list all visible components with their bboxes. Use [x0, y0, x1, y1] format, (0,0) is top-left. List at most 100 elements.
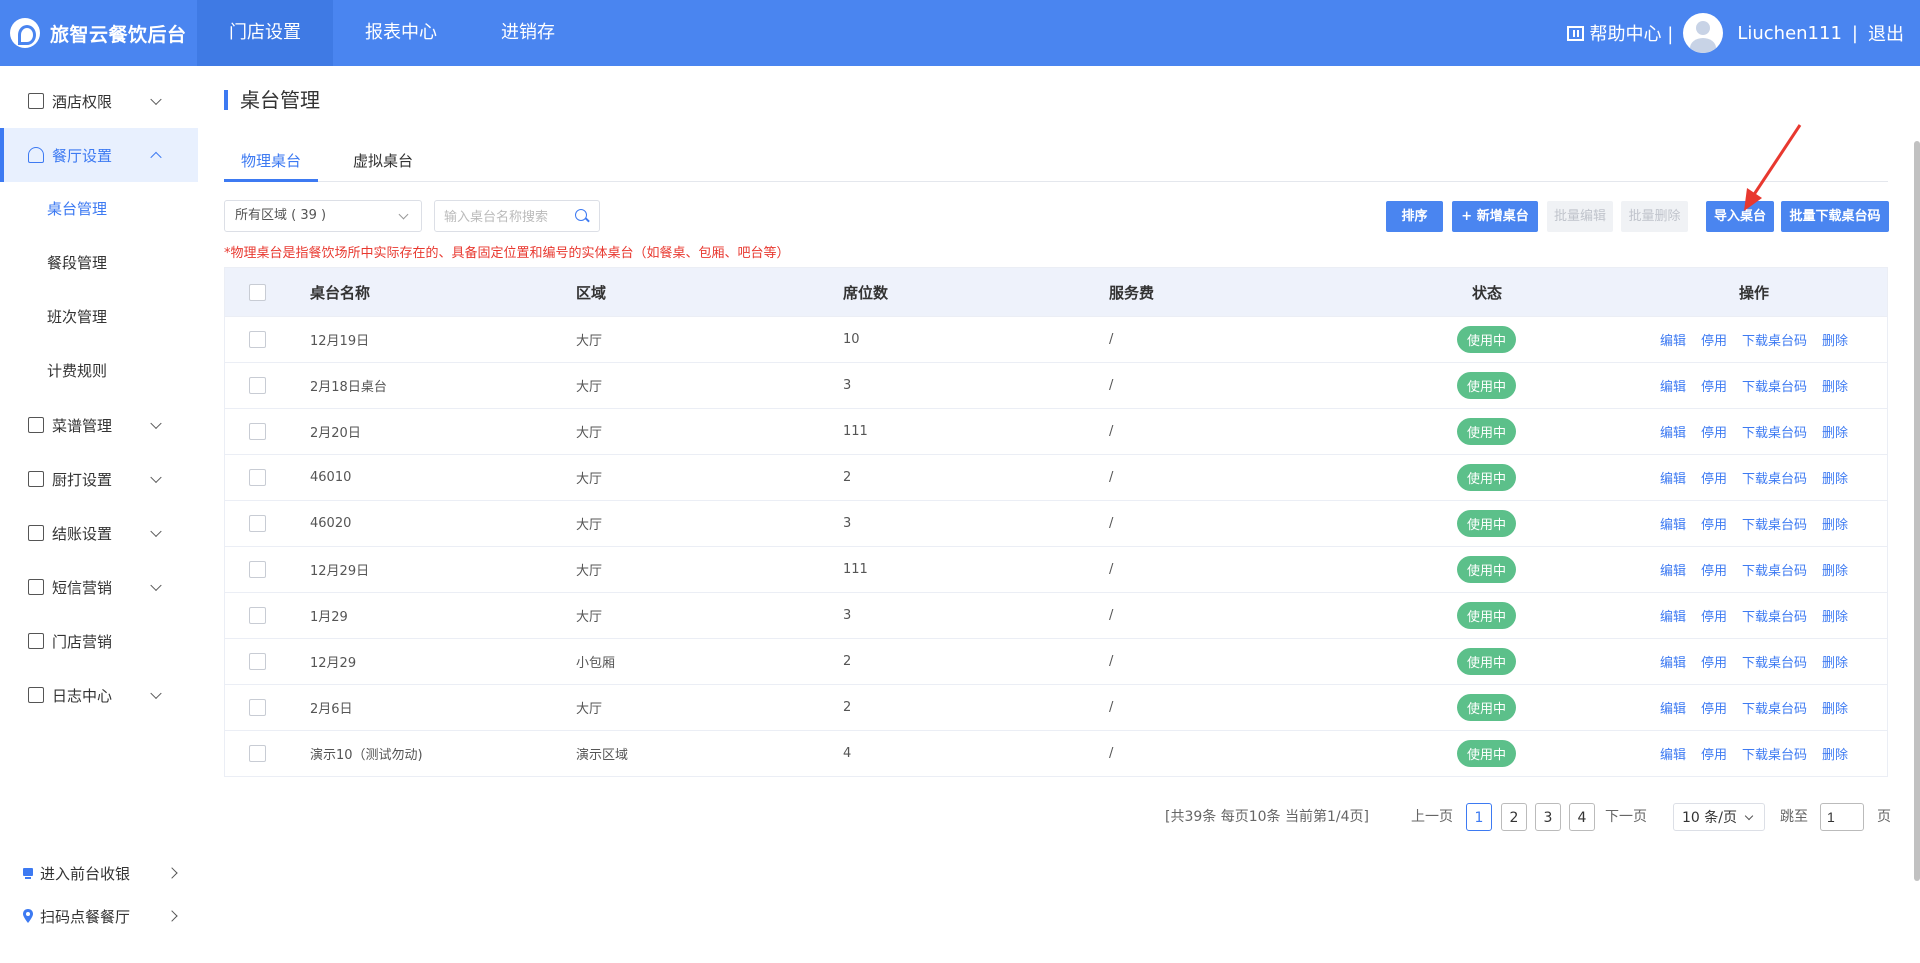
sort-button[interactable]: 排序 — [1386, 201, 1443, 232]
logout-link[interactable]: 退出 — [1868, 20, 1904, 46]
download-qr-link[interactable]: 下载桌台码 — [1742, 468, 1807, 487]
sidebar-item-store-marketing[interactable]: 门店营销 — [0, 614, 198, 668]
edit-link[interactable]: 编辑 — [1660, 468, 1686, 487]
page-size-select[interactable]: 10 条/页 — [1673, 803, 1765, 831]
prev-page-button[interactable]: 上一页 — [1411, 803, 1453, 831]
sidebar-item-checkout-settings[interactable]: 结账设置 — [0, 506, 198, 560]
chevron-down-icon — [150, 579, 162, 592]
select-all-checkbox[interactable] — [249, 283, 266, 301]
batch-download-qr-button[interactable]: 批量下载桌台码 — [1781, 201, 1889, 232]
download-qr-link[interactable]: 下载桌台码 — [1742, 376, 1807, 395]
import-tables-button[interactable]: 导入桌台 — [1706, 201, 1774, 232]
sidebar-sub-shifts[interactable]: 班次管理 — [0, 290, 198, 344]
area-select[interactable]: 所有区域 ( 39 ) — [224, 200, 422, 232]
page-button[interactable]: 4 — [1569, 803, 1595, 831]
sidebar-item-sms-marketing[interactable]: 短信营销 — [0, 560, 198, 614]
edit-link[interactable]: 编辑 — [1660, 744, 1686, 763]
row-checkbox[interactable] — [249, 469, 266, 486]
download-qr-link[interactable]: 下载桌台码 — [1742, 330, 1807, 349]
edit-link[interactable]: 编辑 — [1660, 652, 1686, 671]
topnav-store-settings[interactable]: 门店设置 — [197, 0, 333, 66]
sidebar-sub-meal-periods[interactable]: 餐段管理 — [0, 236, 198, 290]
delete-link[interactable]: 删除 — [1822, 422, 1848, 441]
page-button[interactable]: 3 — [1535, 803, 1561, 831]
sidebar-item-label: 酒店权限 — [52, 92, 113, 111]
disable-link[interactable]: 停用 — [1701, 376, 1727, 395]
sidebar-item-hotel-permissions[interactable]: 酒店权限 — [0, 74, 198, 128]
help-center-link[interactable]: 帮助中心 | — [1590, 20, 1674, 46]
page-button[interactable]: 1 — [1466, 803, 1492, 831]
delete-link[interactable]: 删除 — [1822, 606, 1848, 625]
sidebar-item-restaurant-settings[interactable]: 餐厅设置 — [0, 128, 198, 182]
help-icon[interactable] — [1566, 25, 1584, 41]
delete-link[interactable]: 删除 — [1822, 560, 1848, 579]
sidebar-sub-billing-rules[interactable]: 计费规则 — [0, 344, 198, 398]
row-checkbox[interactable] — [249, 745, 266, 762]
delete-link[interactable]: 删除 — [1822, 330, 1848, 349]
next-page-button[interactable]: 下一页 — [1605, 803, 1647, 831]
edit-link[interactable]: 编辑 — [1660, 422, 1686, 441]
edit-link[interactable]: 编辑 — [1660, 376, 1686, 395]
topnav-report-center[interactable]: 报表中心 — [333, 0, 469, 66]
jump-page-input[interactable] — [1820, 803, 1864, 831]
vertical-scrollbar[interactable] — [1914, 141, 1920, 881]
row-checkbox[interactable] — [249, 377, 266, 394]
table-name: 12月29日 — [310, 564, 370, 579]
delete-link[interactable]: 删除 — [1822, 744, 1848, 763]
delete-link[interactable]: 删除 — [1822, 376, 1848, 395]
delete-link[interactable]: 删除 — [1822, 698, 1848, 717]
add-table-button[interactable]: + 新增桌台 — [1452, 201, 1538, 232]
disable-link[interactable]: 停用 — [1701, 330, 1727, 349]
tab-physical-tables[interactable]: 物理桌台 — [224, 146, 319, 182]
row-checkbox[interactable] — [249, 423, 266, 440]
disable-link[interactable]: 停用 — [1701, 468, 1727, 487]
delete-link[interactable]: 删除 — [1822, 514, 1848, 533]
download-qr-link[interactable]: 下载桌台码 — [1742, 744, 1807, 763]
download-qr-link[interactable]: 下载桌台码 — [1742, 698, 1807, 717]
edit-link[interactable]: 编辑 — [1660, 698, 1686, 717]
row-checkbox[interactable] — [249, 653, 266, 670]
page-button[interactable]: 2 — [1501, 803, 1527, 831]
download-qr-link[interactable]: 下载桌台码 — [1742, 422, 1807, 441]
row-checkbox[interactable] — [249, 515, 266, 532]
batch-delete-button[interactable]: 批量删除 — [1621, 201, 1688, 232]
disable-link[interactable]: 停用 — [1701, 514, 1727, 533]
download-qr-link[interactable]: 下载桌台码 — [1742, 652, 1807, 671]
avatar[interactable] — [1683, 13, 1724, 53]
brand-logo[interactable]: 旅智云餐饮后台 — [10, 0, 187, 66]
search-icon[interactable] — [575, 209, 587, 221]
table-area: 大厅 — [576, 472, 603, 487]
tab-bar: 物理桌台 虚拟桌台 — [224, 146, 1888, 182]
disable-link[interactable]: 停用 — [1701, 606, 1727, 625]
edit-link[interactable]: 编辑 — [1660, 606, 1686, 625]
batch-edit-button[interactable]: 批量编辑 — [1547, 201, 1613, 232]
delete-link[interactable]: 删除 — [1822, 652, 1848, 671]
username[interactable]: Liuchen111 — [1737, 23, 1842, 44]
scan-order-link[interactable]: 扫码点餐餐厅 — [0, 896, 198, 936]
disable-link[interactable]: 停用 — [1701, 652, 1727, 671]
delete-link[interactable]: 删除 — [1822, 468, 1848, 487]
chevron-right-icon — [166, 867, 178, 879]
sidebar-item-kitchen-print[interactable]: 厨打设置 — [0, 452, 198, 506]
separator: | — [1851, 22, 1858, 44]
sidebar-item-log-center[interactable]: 日志中心 — [0, 668, 198, 722]
disable-link[interactable]: 停用 — [1701, 560, 1727, 579]
row-checkbox[interactable] — [249, 699, 266, 716]
disable-link[interactable]: 停用 — [1701, 422, 1727, 441]
download-qr-link[interactable]: 下载桌台码 — [1742, 560, 1807, 579]
tab-virtual-tables[interactable]: 虚拟桌台 — [336, 146, 430, 182]
edit-link[interactable]: 编辑 — [1660, 514, 1686, 533]
edit-link[interactable]: 编辑 — [1660, 330, 1686, 349]
sidebar-sub-table-management[interactable]: 桌台管理 — [0, 182, 198, 236]
download-qr-link[interactable]: 下载桌台码 — [1742, 606, 1807, 625]
row-checkbox[interactable] — [249, 331, 266, 348]
download-qr-link[interactable]: 下载桌台码 — [1742, 514, 1807, 533]
topnav-inventory[interactable]: 进销存 — [469, 0, 587, 66]
sidebar-item-menu-management[interactable]: 菜谱管理 — [0, 398, 198, 452]
edit-link[interactable]: 编辑 — [1660, 560, 1686, 579]
row-checkbox[interactable] — [249, 607, 266, 624]
disable-link[interactable]: 停用 — [1701, 744, 1727, 763]
enter-front-desk-link[interactable]: 进入前台收银 — [0, 853, 198, 893]
row-checkbox[interactable] — [249, 561, 266, 578]
disable-link[interactable]: 停用 — [1701, 698, 1727, 717]
